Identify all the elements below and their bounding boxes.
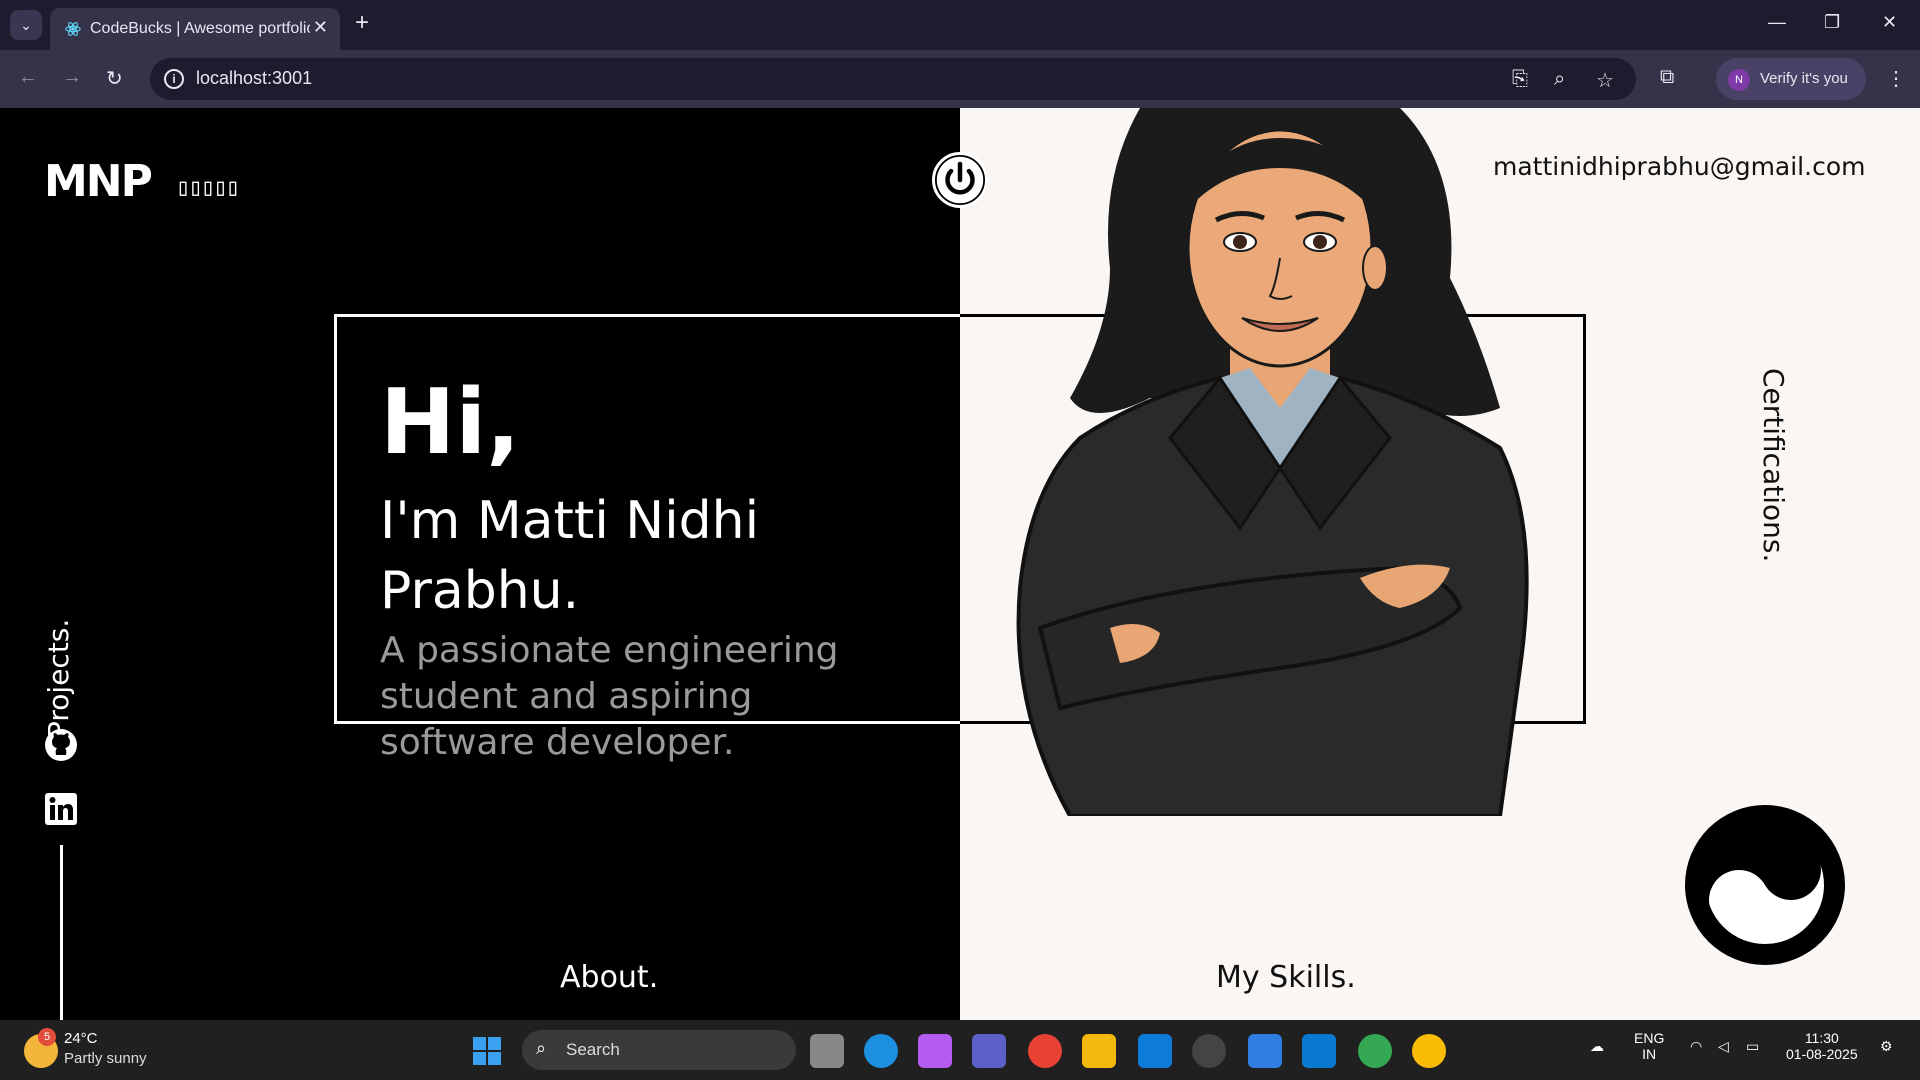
- browser-tab-bar: ⌄ CodeBucks | Awesome portfolio ✕ + — ❐ …: [0, 0, 1920, 50]
- profile-verify-button[interactable]: N Verify it's you: [1716, 58, 1866, 100]
- clock-time: 11:30: [1804, 1030, 1839, 1046]
- new-tab-button[interactable]: +: [355, 11, 369, 35]
- profile-avatar: N: [1728, 69, 1750, 91]
- todo-icon[interactable]: [1248, 1034, 1282, 1068]
- browser-toolbar: ← → ↻ i localhost:3001 ⎘ ⌕ ☆ ⧉ N Verify …: [0, 50, 1920, 108]
- taskbar-search[interactable]: ⌕ Search: [522, 1030, 796, 1070]
- teams-icon[interactable]: [972, 1034, 1006, 1068]
- dell-icon[interactable]: [1192, 1034, 1226, 1068]
- os-taskbar: 5 24°C Partly sunny ⌕ Search ☁ ENG IN ◠ …: [0, 1020, 1920, 1080]
- minimize-icon[interactable]: —: [1768, 12, 1786, 33]
- task-view-icon[interactable]: [810, 1034, 844, 1068]
- tab-search-button[interactable]: ⌄: [10, 10, 42, 40]
- profile-illustration: [1016, 108, 1529, 816]
- install-app-icon[interactable]: ⎘: [1512, 68, 1528, 91]
- chrome-profile-n-icon[interactable]: [1412, 1034, 1446, 1068]
- volume-icon[interactable]: ◁: [1718, 1038, 1729, 1055]
- url-text[interactable]: localhost:3001: [196, 68, 312, 89]
- zoom-icon[interactable]: ⌕: [1554, 68, 1565, 91]
- back-icon[interactable]: ←: [18, 66, 38, 89]
- bookmark-star-icon[interactable]: ☆: [1596, 68, 1614, 93]
- browser-tab[interactable]: CodeBucks | Awesome portfolio ✕: [50, 8, 340, 50]
- verify-label: Verify it's you: [1760, 70, 1848, 87]
- battery-icon[interactable]: ▭: [1746, 1038, 1759, 1055]
- close-tab-icon[interactable]: ✕: [313, 17, 328, 38]
- greeting-heading: Hi,: [380, 370, 521, 475]
- vscode-icon[interactable]: [1302, 1034, 1336, 1068]
- clock[interactable]: 11:30 01-08-2025: [1786, 1030, 1858, 1062]
- social-divider-line: [60, 845, 63, 1020]
- address-bar[interactable]: i localhost:3001 ⎘ ⌕ ☆: [150, 58, 1636, 100]
- weather-badge: 5: [38, 1028, 56, 1046]
- restore-icon[interactable]: ❐: [1824, 12, 1840, 33]
- window-close-icon[interactable]: ✕: [1882, 12, 1897, 33]
- site-logo[interactable]: MNP: [44, 156, 153, 207]
- browser-menu-icon[interactable]: ⋮: [1886, 66, 1906, 91]
- search-icon: ⌕: [536, 1038, 547, 1058]
- portfolio-page: MNP ▯▯▯▯▯ mattinidhiprabhu@gmail.com Pro…: [0, 108, 1920, 1020]
- weather-condition: Partly sunny: [64, 1050, 147, 1067]
- github-icon[interactable]: [44, 728, 78, 762]
- skills-link[interactable]: My Skills.: [1216, 960, 1356, 995]
- reload-icon[interactable]: ↻: [106, 66, 123, 91]
- forward-icon[interactable]: →: [62, 66, 82, 89]
- theme-toggle-icon[interactable]: [1684, 804, 1846, 966]
- certifications-link[interactable]: Certifications.: [1757, 368, 1790, 562]
- file-explorer-icon[interactable]: [1082, 1034, 1116, 1068]
- onedrive-icon[interactable]: ☁: [1590, 1038, 1604, 1055]
- language-code: ENG: [1634, 1030, 1665, 1046]
- tab-title: CodeBucks | Awesome portfolio: [90, 20, 310, 37]
- react-icon: [65, 22, 81, 36]
- about-link[interactable]: About.: [560, 960, 658, 995]
- power-icon[interactable]: [932, 152, 988, 208]
- projects-link[interactable]: Projects.: [42, 619, 75, 738]
- clock-date: 01-08-2025: [1786, 1046, 1858, 1062]
- copilot-icon[interactable]: [918, 1034, 952, 1068]
- store-icon[interactable]: [1138, 1034, 1172, 1068]
- weather-temp: 24°C: [64, 1030, 98, 1047]
- edge-icon[interactable]: [864, 1034, 898, 1068]
- notification-icon[interactable]: ⚙: [1880, 1038, 1893, 1055]
- linkedin-icon[interactable]: [44, 792, 78, 826]
- site-info-icon[interactable]: i: [164, 69, 184, 89]
- extensions-icon[interactable]: ⧉: [1660, 66, 1674, 89]
- language-region: IN: [1642, 1046, 1657, 1062]
- wifi-icon[interactable]: ◠: [1690, 1038, 1702, 1055]
- name-heading: I'm Matti Nidhi Prabhu.: [380, 491, 760, 621]
- tagline-text: A passionate engineering student and asp…: [380, 630, 839, 763]
- search-label: Search: [566, 1040, 620, 1059]
- language-indicator[interactable]: ENG IN: [1634, 1030, 1664, 1062]
- chrome-icon[interactable]: [1028, 1034, 1062, 1068]
- chrome-profile-m-icon[interactable]: [1358, 1034, 1392, 1068]
- windows-start-icon[interactable]: [472, 1036, 502, 1066]
- email-link[interactable]: mattinidhiprabhu@gmail.com: [1493, 152, 1865, 181]
- menu-icon[interactable]: ▯▯▯▯▯: [176, 173, 240, 201]
